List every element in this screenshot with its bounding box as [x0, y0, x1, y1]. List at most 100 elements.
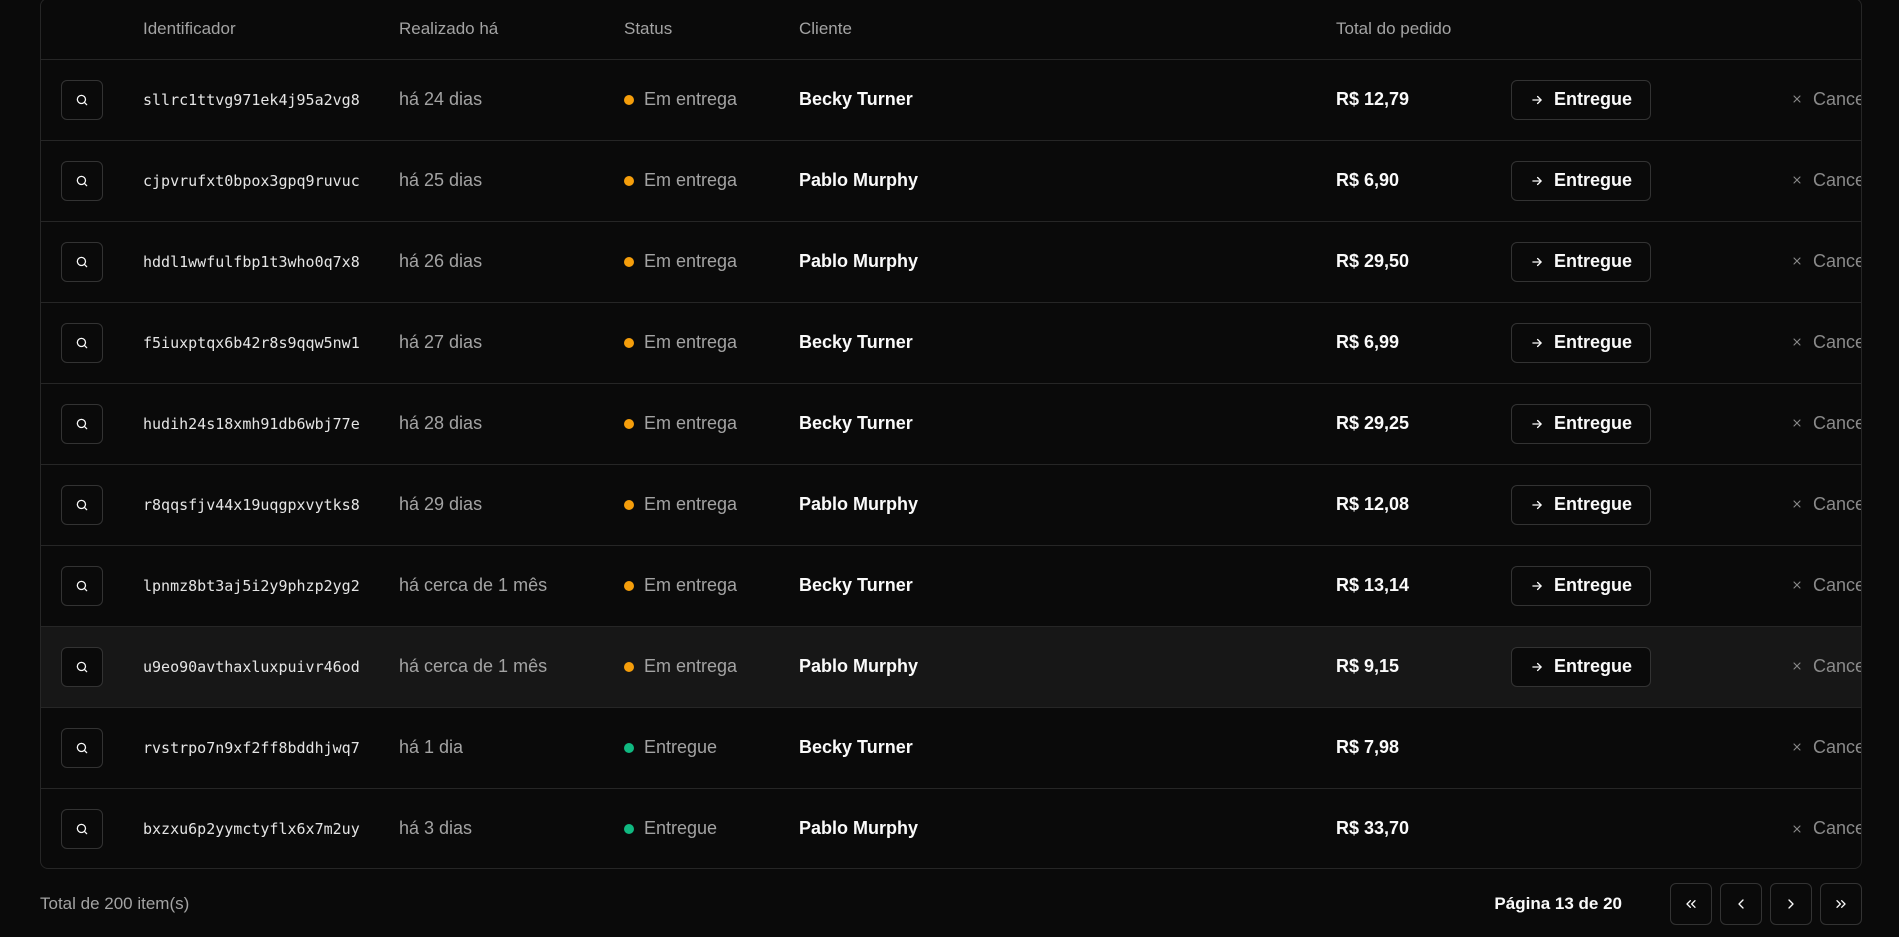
mark-delivered-button[interactable]: Entregue — [1511, 484, 1652, 525]
search-icon — [76, 742, 88, 753]
order-id: sllrc1ttvg971ek4j95a2vg8 — [143, 90, 360, 109]
close-icon — [1793, 419, 1801, 427]
order-details-button[interactable] — [61, 79, 103, 120]
cancel-label: Cancelar — [1813, 818, 1861, 838]
details-cell — [41, 464, 143, 545]
client-name: Pablo Murphy — [799, 494, 919, 514]
order-details-button[interactable] — [61, 241, 103, 282]
order-details-button[interactable] — [61, 322, 103, 363]
order-details-button[interactable] — [61, 160, 103, 201]
status-cell: Em entrega — [624, 140, 799, 221]
cancel-order-button[interactable]: Cancelar — [1721, 737, 1861, 758]
status-badge: Em entrega — [624, 413, 799, 434]
details-cell — [41, 707, 143, 788]
cancel-order-button[interactable]: Cancelar — [1721, 413, 1861, 434]
order-id: rvstrpo7n9xf2ff8bddhjwq7 — [143, 738, 360, 757]
search-icon — [76, 175, 88, 186]
header-status: Status — [624, 0, 799, 60]
cancel-order-button[interactable]: Cancelar — [1721, 818, 1861, 839]
mark-delivered-button[interactable]: Entregue — [1511, 646, 1652, 687]
cancel-cell: Cancelar — [1721, 221, 1861, 302]
order-details-button[interactable] — [61, 727, 103, 768]
status-cell: Em entrega — [624, 383, 799, 464]
header-details — [41, 0, 143, 60]
header-action — [1511, 0, 1721, 60]
header-total: Total do pedido — [1336, 0, 1511, 60]
order-time: há cerca de 1 mês — [399, 575, 548, 595]
mark-delivered-button[interactable]: Entregue — [1511, 160, 1652, 201]
status-dot — [624, 742, 634, 753]
client-name: Becky Turner — [799, 737, 913, 757]
mark-delivered-label: Entregue — [1554, 656, 1633, 676]
arrow-right-icon — [1532, 338, 1542, 347]
cancel-cell: Cancelar — [1721, 626, 1861, 707]
cancel-order-button[interactable]: Cancelar — [1721, 89, 1861, 110]
details-cell — [41, 626, 143, 707]
action-cell — [1511, 707, 1721, 788]
action-cell: Entregue — [1511, 545, 1721, 626]
status-label: Em entrega — [644, 656, 738, 676]
status-badge: Em entrega — [624, 89, 799, 110]
search-icon — [76, 580, 88, 591]
total-items-label: Total de 200 item(s) — [40, 894, 190, 913]
cancel-cell: Cancelar — [1721, 140, 1861, 221]
action-cell: Entregue — [1511, 140, 1721, 221]
mark-delivered-button[interactable]: Entregue — [1511, 322, 1652, 363]
order-id: hddl1wwfulfbp1t3who0q7x8 — [143, 252, 360, 271]
cancel-cell: Cancelar — [1721, 383, 1861, 464]
cancel-cell: Cancelar — [1721, 707, 1861, 788]
header-time: Realizado há — [399, 0, 624, 60]
cancel-order-button[interactable]: Cancelar — [1721, 574, 1861, 596]
cancel-label: Cancelar — [1813, 169, 1861, 190]
table-row: hddl1wwfulfbp1t3who0q7x8 há 26 dias Em e… — [41, 221, 1861, 302]
status-dot — [624, 580, 634, 591]
table-row: cjpvrufxt0bpox3gpq9ruvuc há 25 dias Em e… — [41, 140, 1861, 221]
mark-delivered-button[interactable]: Entregue — [1511, 403, 1652, 444]
action-cell: Entregue — [1511, 464, 1721, 545]
cancel-order-button[interactable]: Cancelar — [1721, 656, 1861, 677]
pagination-footer: Total de 200 item(s) Página 13 de 20 — [40, 882, 1862, 926]
last-page-button[interactable] — [1820, 883, 1862, 925]
cancel-order-button[interactable]: Cancelar — [1721, 251, 1861, 272]
cancel-order-button[interactable]: Cancelar — [1721, 169, 1861, 191]
order-total: R$ 6,99 — [1336, 332, 1400, 352]
mark-delivered-label: Entregue — [1554, 170, 1633, 190]
previous-page-button[interactable] — [1720, 883, 1762, 925]
status-label: Em entrega — [644, 413, 738, 433]
details-cell — [41, 221, 143, 302]
status-dot — [624, 661, 634, 672]
cancel-order-button[interactable]: Cancelar — [1721, 493, 1861, 515]
close-icon — [1793, 338, 1801, 346]
status-dot — [624, 256, 634, 267]
order-details-button[interactable] — [61, 484, 103, 525]
search-icon — [76, 661, 88, 672]
cancel-order-button[interactable]: Cancelar — [1721, 332, 1861, 353]
table-row: lpnmz8bt3aj5i2y9phzp2yg2 há cerca de 1 m… — [41, 545, 1861, 626]
client-name: Becky Turner — [799, 332, 913, 352]
order-details-button[interactable] — [61, 403, 103, 444]
first-page-button[interactable] — [1670, 883, 1712, 925]
action-cell: Entregue — [1511, 221, 1721, 302]
next-page-button[interactable] — [1770, 883, 1812, 925]
order-time: há 27 dias — [399, 332, 483, 352]
cancel-label: Cancelar — [1813, 574, 1861, 595]
order-details-button[interactable] — [61, 646, 103, 687]
table-header-row: Identificador Realizado há Status Client… — [41, 0, 1861, 60]
status-label: Em entrega — [644, 170, 738, 190]
order-details-button[interactable] — [61, 808, 103, 849]
status-label: Em entrega — [644, 332, 738, 352]
order-time: há 29 dias — [399, 494, 483, 514]
status-cell: Em entrega — [624, 302, 799, 383]
cancel-label: Cancelar — [1813, 493, 1861, 514]
search-icon — [76, 823, 88, 835]
mark-delivered-button[interactable]: Entregue — [1511, 241, 1652, 282]
mark-delivered-label: Entregue — [1554, 575, 1633, 595]
mark-delivered-label: Entregue — [1554, 251, 1633, 271]
search-icon — [76, 337, 88, 348]
close-icon — [1793, 500, 1801, 508]
mark-delivered-button[interactable]: Entregue — [1511, 565, 1652, 606]
mark-delivered-button[interactable]: Entregue — [1511, 79, 1652, 120]
close-icon — [1793, 581, 1801, 589]
order-details-button[interactable] — [61, 565, 103, 606]
order-total: R$ 12,08 — [1336, 494, 1410, 514]
